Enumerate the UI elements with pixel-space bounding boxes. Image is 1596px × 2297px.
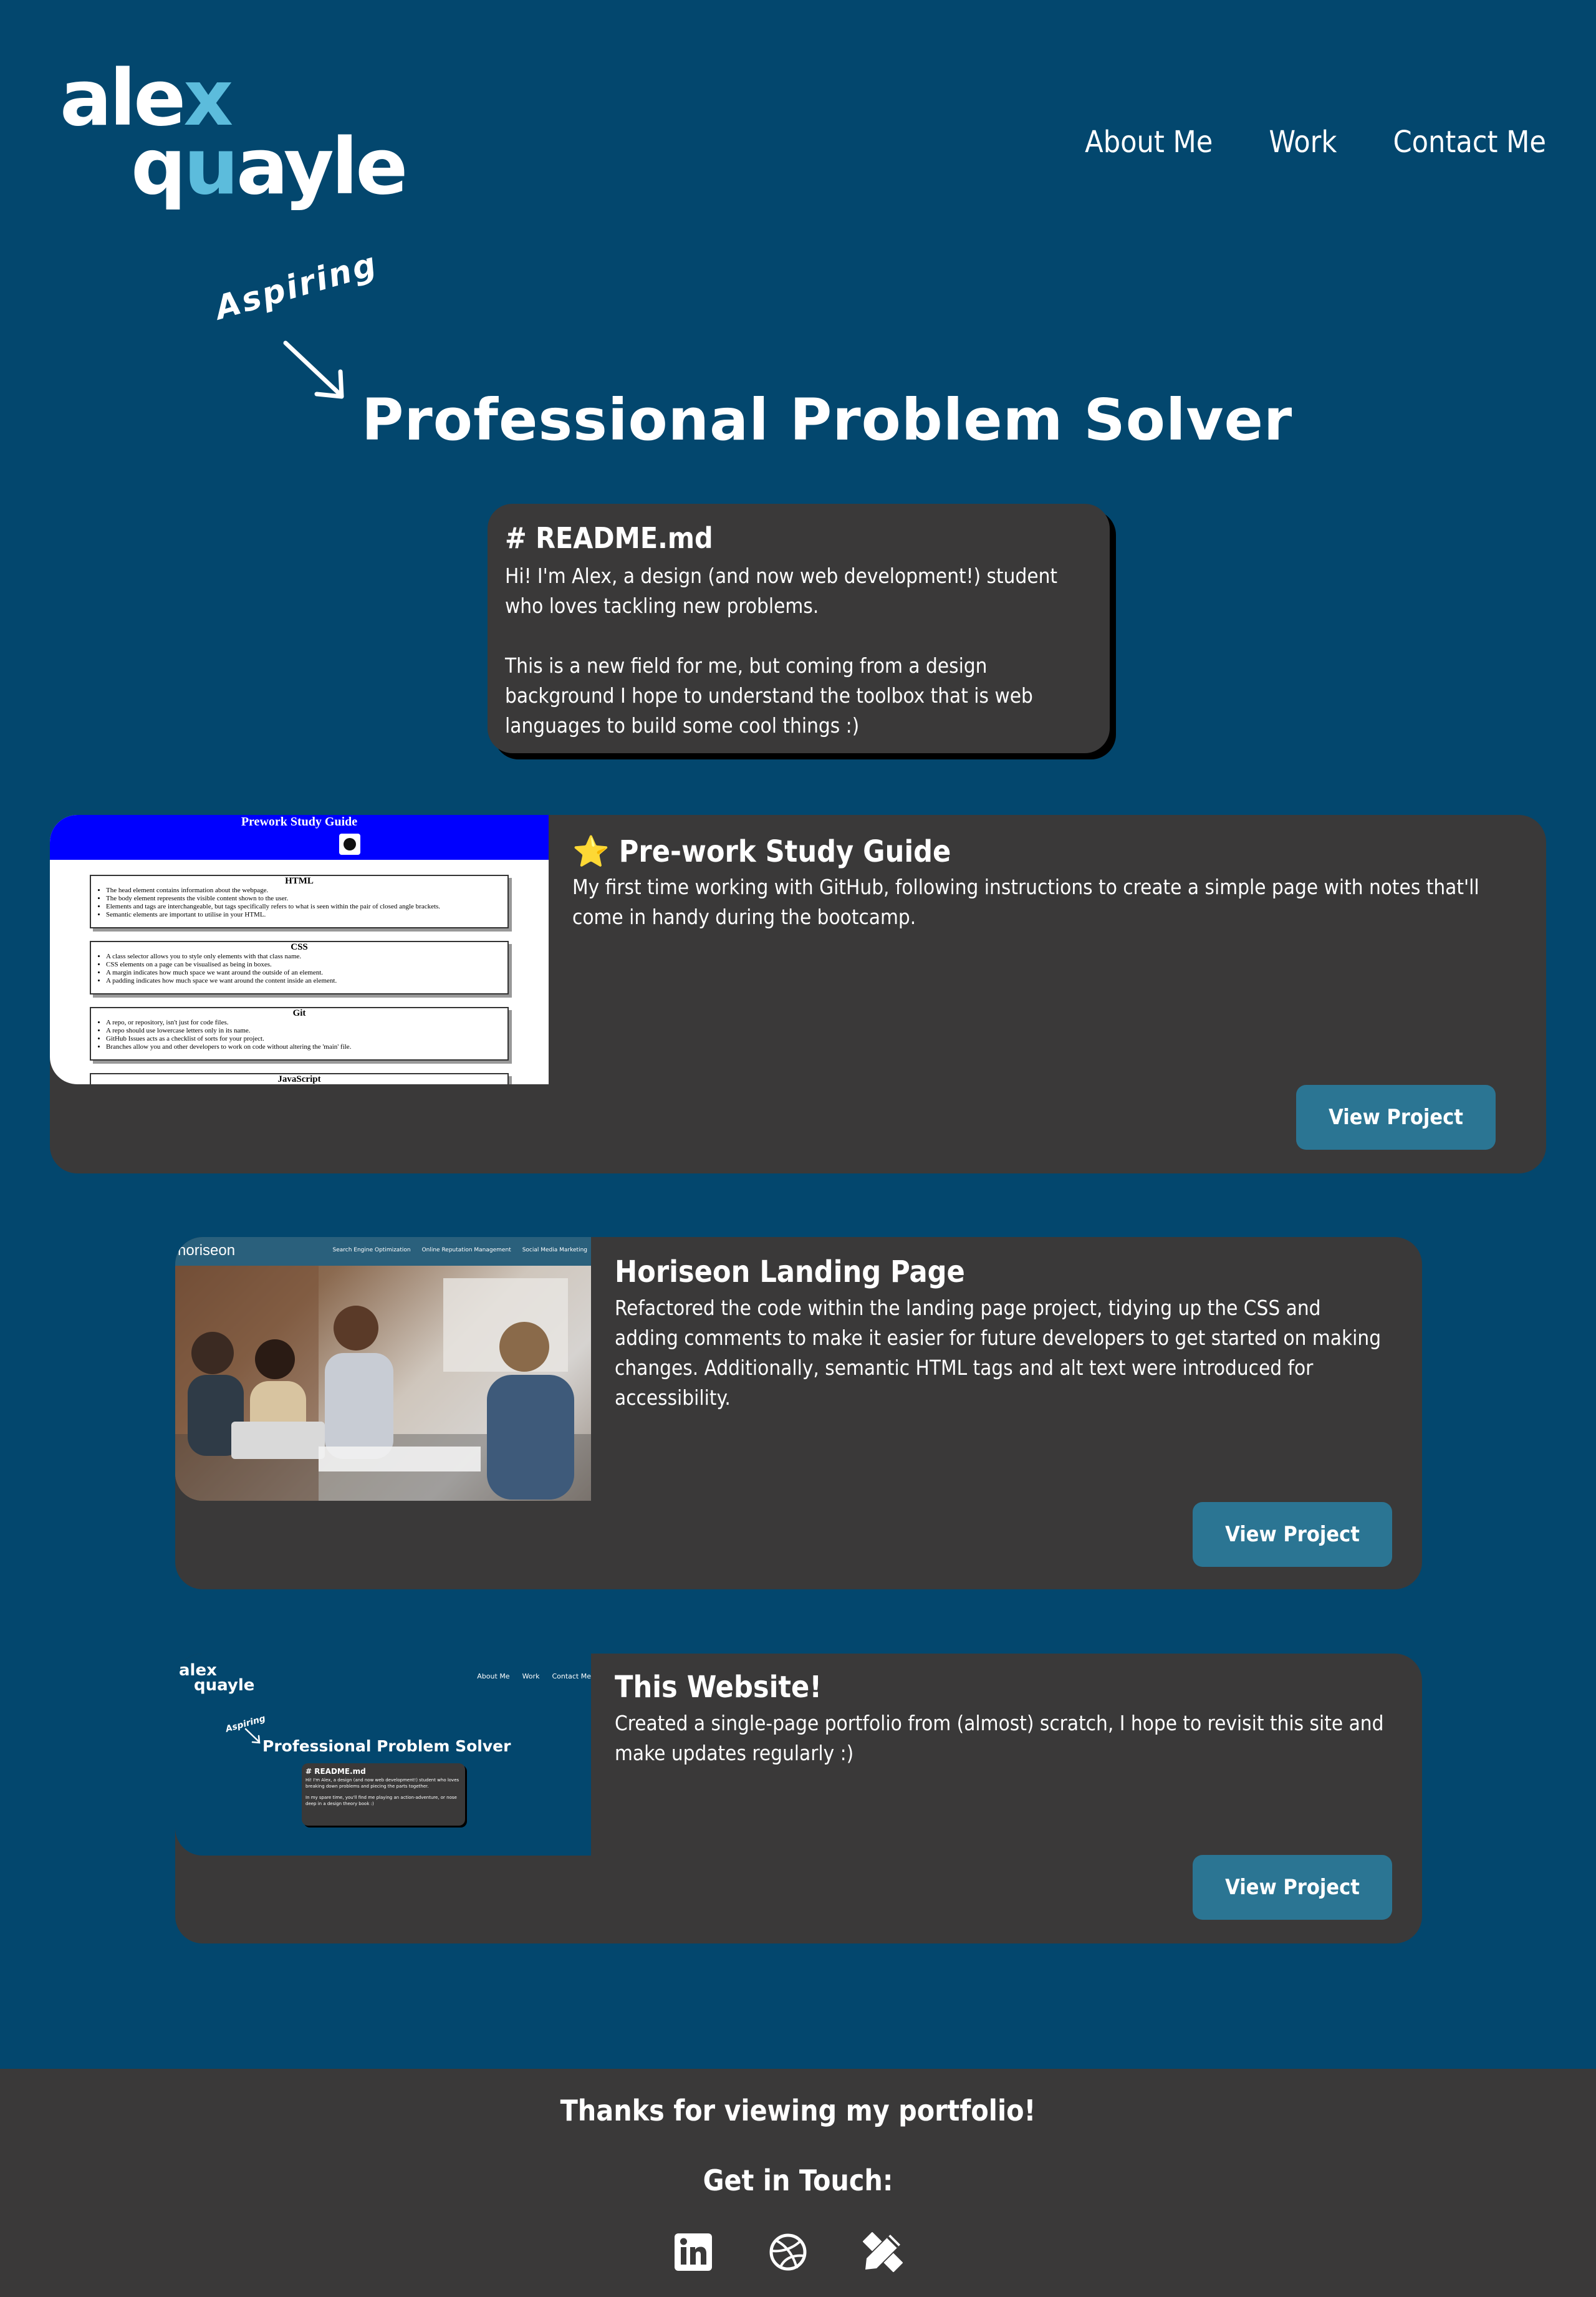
thumb-section: JavaScript bbox=[90, 1073, 509, 1084]
hero-title: Professional Problem Solver bbox=[362, 387, 1293, 453]
readme-card: # README.md Hi! I'm Alex, a design (and … bbox=[488, 504, 1110, 753]
project-thumbnail-horiseon[interactable]: horiseon Search Engine Optimization Onli… bbox=[175, 1237, 591, 1501]
dribbble-icon[interactable] bbox=[768, 2232, 808, 2272]
thumb-title: Professional Problem Solver bbox=[262, 1737, 511, 1755]
project-thumbnail-prework[interactable]: Prework Study Guide HTML The head elemen… bbox=[50, 815, 549, 1084]
readme-paragraph-2: This is a new field for me, but coming f… bbox=[505, 653, 1033, 738]
thumb-readme-card: # README.md Hi! I'm Alex, a design (and … bbox=[302, 1763, 465, 1826]
thumb-section: HTML The head element contains informati… bbox=[90, 875, 509, 928]
thumb-header: Prework Study Guide bbox=[50, 815, 549, 860]
nav-contact-me[interactable]: Contact Me bbox=[1393, 125, 1546, 160]
arrow-icon bbox=[283, 340, 344, 399]
view-project-button[interactable]: View Project bbox=[1296, 1085, 1496, 1150]
logo-line-2: quayle bbox=[131, 122, 408, 212]
project-title: This Website! bbox=[615, 1670, 822, 1705]
project-title: Horiseon Landing Page bbox=[615, 1254, 965, 1289]
site-footer: Thanks for viewing my portfolio! Get in … bbox=[0, 2069, 1596, 2297]
thumb-nav: About Me Work Contact Me bbox=[477, 1672, 591, 1680]
linkedin-icon[interactable] bbox=[673, 2232, 713, 2272]
team-meeting-illustration bbox=[175, 1266, 591, 1501]
design-tools-icon[interactable] bbox=[862, 2232, 903, 2273]
view-project-button[interactable]: View Project bbox=[1193, 1855, 1392, 1920]
hero-tagline: Aspiring bbox=[211, 245, 382, 327]
github-icon bbox=[339, 834, 360, 855]
project-description: My first time working with GitHub, follo… bbox=[572, 875, 1479, 929]
project-thumbnail-this-website[interactable]: alex quayle About Me Work Contact Me Asp… bbox=[175, 1654, 591, 1856]
nav-work[interactable]: Work bbox=[1269, 125, 1337, 160]
thumb-navbar: horiseon Search Engine Optimization Onli… bbox=[175, 1237, 591, 1266]
thumb-section: Git A repo, or repository, isn't just fo… bbox=[90, 1007, 509, 1061]
thumb-logo: alex quayle bbox=[179, 1661, 255, 1695]
project-card-horiseon: horiseon Search Engine Optimization Onli… bbox=[175, 1237, 1422, 1589]
social-links bbox=[673, 2232, 903, 2273]
view-project-button[interactable]: View Project bbox=[1193, 1502, 1392, 1567]
project-title: ⭐ Pre-work Study Guide bbox=[572, 834, 951, 869]
footer-get-in-touch: Get in Touch: bbox=[703, 2164, 893, 2197]
main-nav: About Me Work Contact Me bbox=[1085, 125, 1546, 160]
team-meeting-photo bbox=[175, 1266, 591, 1501]
thumb-title: Prework Study Guide bbox=[241, 815, 358, 829]
project-description: Refactored the code within the landing p… bbox=[615, 1296, 1382, 1410]
nav-about-me[interactable]: About Me bbox=[1085, 125, 1213, 160]
footer-thanks: Thanks for viewing my portfolio! bbox=[560, 2094, 1036, 2127]
project-card-this-website: alex quayle About Me Work Contact Me Asp… bbox=[175, 1654, 1422, 1943]
logo[interactable]: alex quayle bbox=[60, 60, 408, 222]
thumb-arrow-icon bbox=[244, 1728, 261, 1744]
project-card-prework: Prework Study Guide HTML The head elemen… bbox=[50, 815, 1546, 1173]
thumb-brand: horiseon bbox=[178, 1242, 236, 1259]
project-description: Created a single-page portfolio from (al… bbox=[615, 1711, 1384, 1765]
thumb-nav-links: Search Engine Optimization Online Reputa… bbox=[332, 1247, 588, 1253]
thumb-section: CSS A class selector allows you to style… bbox=[90, 941, 509, 994]
readme-title: # README.md bbox=[505, 521, 713, 555]
readme-paragraph-1: Hi! I'm Alex, a design (and now web deve… bbox=[505, 564, 1058, 618]
